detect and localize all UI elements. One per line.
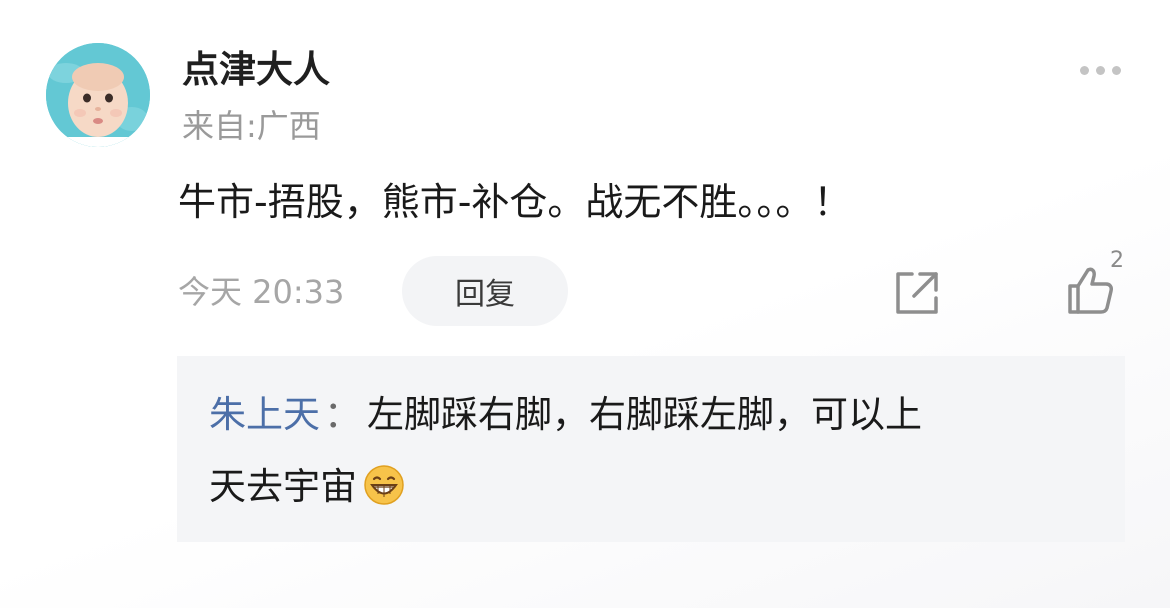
reply-button[interactable]: 回复	[402, 256, 568, 326]
location-label: 来自:广西	[182, 107, 321, 145]
reply-text-line1: 左脚踩右脚，右脚踩左脚，可以上	[367, 393, 922, 436]
more-dot	[1111, 65, 1121, 75]
reply-preview[interactable]: 朱上天：左脚踩右脚，右脚踩左脚，可以上 天去宇宙	[177, 356, 1125, 542]
reply-separator: ：	[324, 393, 361, 436]
timestamp: 今天 20:33	[178, 273, 345, 311]
more-options-button[interactable]	[1072, 56, 1128, 84]
reply-line-2: 天去宇宙	[209, 463, 405, 511]
avatar[interactable]	[46, 43, 150, 147]
more-dots-icon	[1079, 65, 1089, 75]
reply-text-line2: 天去宇宙	[209, 465, 357, 508]
comment-text: 牛市-捂股，熊市-补仓。战无不胜。。。！	[178, 180, 852, 224]
reply-line-1: 朱上天：左脚踩右脚，右脚踩左脚，可以上	[209, 391, 922, 439]
share-button[interactable]	[890, 266, 944, 320]
comment-card: 点津大人 来自:广西 牛市-捂股，熊市-补仓。战无不胜。。。！ 今天 20:33…	[0, 0, 1170, 608]
avatar-image	[46, 43, 150, 147]
share-icon	[896, 272, 938, 314]
grinning-emoji-icon	[364, 464, 404, 505]
reply-author[interactable]: 朱上天	[209, 393, 320, 436]
more-dot	[1095, 65, 1105, 75]
like-count: 2	[1110, 248, 1124, 273]
username[interactable]: 点津大人	[182, 48, 330, 92]
